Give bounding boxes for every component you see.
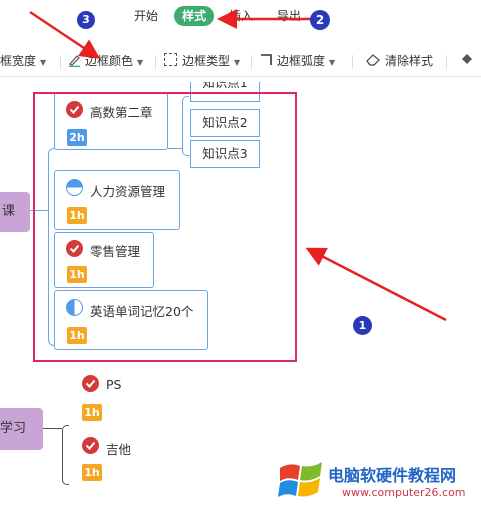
step-marker-1: 1 [353, 316, 372, 335]
arrow-to-highlight [305, 247, 447, 322]
step-marker-3: 3 [77, 11, 95, 29]
step-marker-2: 2 [310, 10, 330, 30]
watermark-url: www.computer26.com [342, 486, 466, 499]
annotation-arrows [29, 9, 447, 322]
windows-logo-icon [276, 454, 326, 504]
watermark-title: 电脑软硬件教程网 [328, 466, 457, 485]
